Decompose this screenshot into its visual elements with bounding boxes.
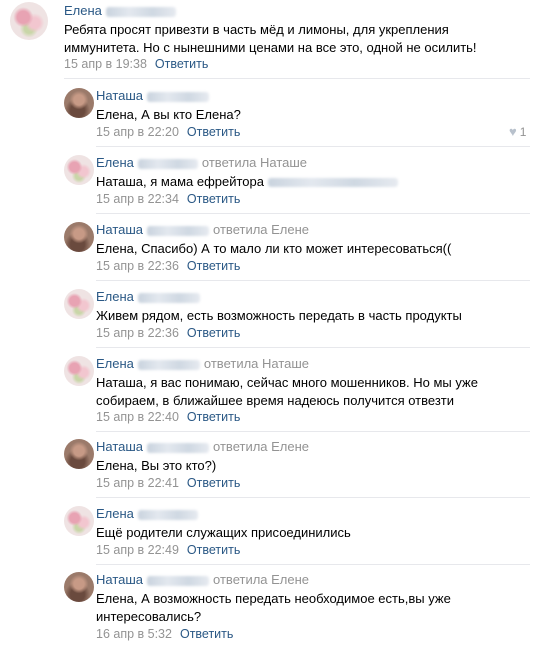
comment-meta: 15 апр в 22:49 Ответить bbox=[96, 543, 240, 557]
comment-text: Елена, Вы это кто?) bbox=[96, 458, 217, 473]
avatar[interactable] bbox=[64, 572, 94, 602]
avatar[interactable] bbox=[64, 356, 94, 386]
comment-meta: 15 апр в 22:20 Ответить bbox=[96, 125, 240, 139]
comment-date[interactable]: 15 апр в 22:49 bbox=[96, 543, 179, 557]
author-name[interactable]: Елена bbox=[96, 289, 134, 304]
reply-note[interactable]: ответила Елене bbox=[213, 572, 309, 587]
avatar[interactable] bbox=[64, 222, 94, 252]
comment-author[interactable]: Елена bbox=[96, 506, 198, 521]
avatar[interactable] bbox=[64, 289, 94, 319]
avatar[interactable] bbox=[10, 2, 48, 40]
author-name[interactable]: Елена bbox=[64, 3, 102, 18]
comment-text: Ещё родители служащих присоединились bbox=[96, 525, 351, 540]
comment-text: Наташа, я мама ефрейтора bbox=[96, 173, 526, 191]
reply-note[interactable]: ответила Елене bbox=[213, 222, 309, 237]
comment-date[interactable]: 15 апр в 22:41 bbox=[96, 476, 179, 490]
reply-button[interactable]: Ответить bbox=[187, 192, 240, 206]
reply-button[interactable]: Ответить bbox=[187, 326, 240, 340]
like-button[interactable]: ♥ 1 bbox=[509, 124, 526, 139]
comment-text: Елена, А возможность передать необходимо… bbox=[96, 591, 451, 624]
reply-note[interactable]: ответила Елене bbox=[213, 439, 309, 454]
comment-text: Ребята просят привезти в часть мёд и лим… bbox=[64, 22, 477, 55]
divider bbox=[64, 78, 530, 79]
comment-meta: 15 апр в 22:36 Ответить bbox=[96, 326, 240, 340]
avatar[interactable] bbox=[64, 88, 94, 118]
reply-note[interactable]: ответила Наташе bbox=[202, 155, 307, 170]
comment-meta: 16 апр в 5:32 Ответить bbox=[96, 627, 233, 641]
comment-date[interactable]: 15 апр в 22:40 bbox=[96, 410, 179, 424]
like-count: 1 bbox=[519, 125, 527, 139]
author-name[interactable]: Елена bbox=[96, 506, 134, 521]
comment-date[interactable]: 15 апр в 22:36 bbox=[96, 326, 179, 340]
reply-button[interactable]: Ответить bbox=[187, 410, 240, 424]
blurred-surname bbox=[147, 91, 210, 102]
reply-note[interactable]: ответила Наташе bbox=[204, 356, 309, 371]
blurred-surname bbox=[105, 6, 176, 17]
divider bbox=[96, 431, 530, 432]
divider bbox=[96, 213, 530, 214]
comment-meta: 15 апр в 22:34 Ответить bbox=[96, 192, 240, 206]
blurred-surname bbox=[147, 225, 210, 236]
comment-author[interactable]: Елена bbox=[96, 289, 200, 304]
author-name[interactable]: Наташа bbox=[96, 572, 143, 587]
comment-date[interactable]: 16 апр в 5:32 bbox=[96, 627, 172, 641]
reply-button[interactable]: Ответить bbox=[180, 627, 233, 641]
comment-author[interactable]: Елена ответила Наташе bbox=[96, 155, 307, 170]
comment-author[interactable]: Наташа bbox=[96, 88, 210, 103]
comment-text-content: Наташа, я мама ефрейтора bbox=[96, 174, 264, 189]
reply-button[interactable]: Ответить bbox=[155, 57, 208, 71]
author-name[interactable]: Елена bbox=[96, 155, 134, 170]
avatar[interactable] bbox=[64, 155, 94, 185]
author-name[interactable]: Наташа bbox=[96, 222, 143, 237]
comment-meta: 15 апр в 22:36 Ответить bbox=[96, 259, 240, 273]
comment-text: Живем рядом, есть возможность передать в… bbox=[96, 308, 462, 323]
comment-author[interactable]: Наташа ответила Елене bbox=[96, 572, 309, 587]
comment-text: Елена, Спасибо) А то мало ли кто может и… bbox=[96, 241, 452, 256]
reply-button[interactable]: Ответить bbox=[187, 543, 240, 557]
reply-button[interactable]: Ответить bbox=[187, 125, 240, 139]
comment-date[interactable]: 15 апр в 22:36 bbox=[96, 259, 179, 273]
comment-meta: 15 апр в 22:41 Ответить bbox=[96, 476, 240, 490]
blurred-surname bbox=[137, 158, 198, 169]
blurred-surname bbox=[147, 575, 210, 586]
blurred-name bbox=[268, 178, 398, 188]
comment-author[interactable]: Елена ответила Наташе bbox=[96, 356, 309, 371]
divider bbox=[96, 497, 530, 498]
author-name[interactable]: Елена bbox=[96, 356, 134, 371]
divider bbox=[96, 347, 530, 348]
divider bbox=[96, 564, 530, 565]
comment-meta: 15 апр в 19:38 Ответить bbox=[64, 57, 208, 71]
author-name[interactable]: Наташа bbox=[96, 439, 143, 454]
blurred-surname bbox=[137, 509, 198, 520]
comment-date[interactable]: 15 апр в 22:20 bbox=[96, 125, 179, 139]
blurred-surname bbox=[137, 359, 200, 370]
blurred-surname bbox=[137, 292, 200, 303]
comment-author[interactable]: Елена bbox=[64, 3, 176, 18]
heart-icon: ♥ bbox=[509, 124, 517, 139]
comment-text: Наташа, я вас понимаю, сейчас много моше… bbox=[96, 375, 478, 408]
comment-author[interactable]: Наташа ответила Елене bbox=[96, 439, 309, 454]
comment-author[interactable]: Наташа ответила Елене bbox=[96, 222, 309, 237]
reply-button[interactable]: Ответить bbox=[187, 476, 240, 490]
reply-button[interactable]: Ответить bbox=[187, 259, 240, 273]
comment-text: Елена, А вы кто Елена? bbox=[96, 107, 241, 122]
comment-date[interactable]: 15 апр в 22:34 bbox=[96, 192, 179, 206]
blurred-surname bbox=[147, 442, 210, 453]
comment-date[interactable]: 15 апр в 19:38 bbox=[64, 57, 147, 71]
avatar[interactable] bbox=[64, 506, 94, 536]
divider bbox=[96, 146, 530, 147]
avatar[interactable] bbox=[64, 439, 94, 469]
author-name[interactable]: Наташа bbox=[96, 88, 143, 103]
comment-meta: 15 апр в 22:40 Ответить bbox=[96, 410, 240, 424]
divider bbox=[96, 280, 530, 281]
